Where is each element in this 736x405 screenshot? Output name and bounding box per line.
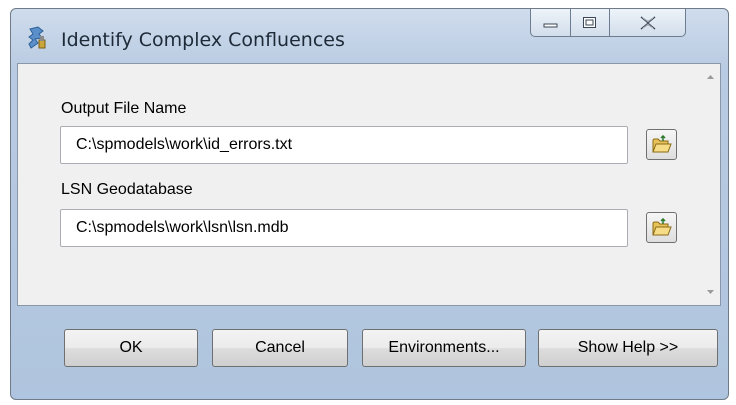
lsn-geodatabase-label: LSN Geodatabase [61,181,193,198]
close-button[interactable] [610,9,686,37]
title-bar[interactable]: Identify Complex Confluences [11,9,728,63]
environments-button[interactable]: Environments... [362,329,526,367]
scroll-up-button[interactable] [701,68,720,86]
minimize-button[interactable] [530,9,571,37]
open-folder-icon [652,135,672,153]
open-folder-icon [652,218,672,236]
ok-button[interactable]: OK [64,329,198,367]
cancel-button[interactable]: Cancel [212,329,348,367]
parameters-panel: Output File Name LSN Geodatabase [17,63,721,306]
maximize-icon [583,16,596,28]
window-title: Identify Complex Confluences [61,29,345,51]
scroll-down-button[interactable] [701,283,720,301]
output-file-input[interactable] [60,126,628,164]
output-file-browse-button[interactable] [646,129,677,160]
chevron-down-icon [707,290,714,294]
chevron-up-icon [707,75,714,79]
show-help-button[interactable]: Show Help >> [538,329,718,367]
lsn-geodatabase-browse-button[interactable] [646,212,677,243]
minimize-icon [543,23,557,27]
output-file-label: Output File Name [61,100,187,117]
maximize-button[interactable] [571,9,610,37]
caption-buttons [530,9,686,39]
lsn-geodatabase-input[interactable] [60,209,628,247]
vertical-scrollbar[interactable] [701,64,720,305]
close-icon [640,15,655,30]
tool-icon [26,26,48,50]
dialog-window: Identify Complex Confluences Output File… [10,8,729,400]
button-bar: OK Cancel Environments... Show Help >> [11,306,728,399]
